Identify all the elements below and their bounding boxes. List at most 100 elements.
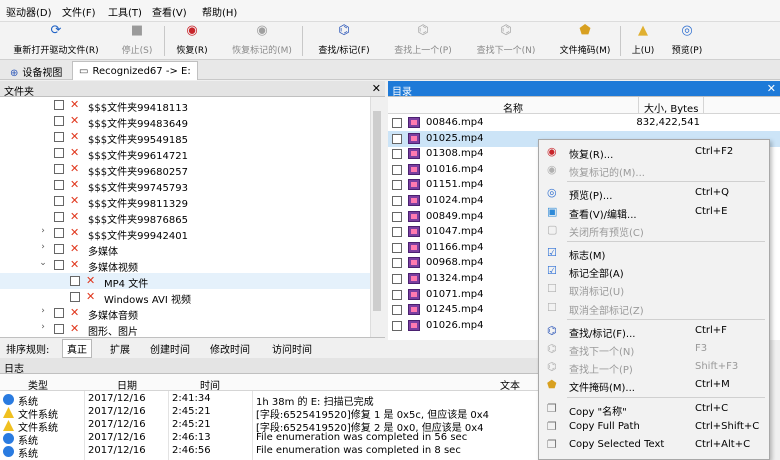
file-row-checkbox[interactable] (392, 289, 402, 300)
tree-item[interactable]: › ✕ 多媒体 (0, 241, 370, 258)
tab-device-view[interactable]: ⊕ 设备视图 (4, 61, 68, 80)
expand-arrow-icon[interactable]: › (38, 306, 48, 316)
tree-item[interactable]: ✕ $$$文件夹99876865 (0, 209, 370, 226)
tree-item-checkbox[interactable] (54, 212, 64, 222)
context-menu-item[interactable]: ▣ 查看(V)/编辑... Ctrl+E (539, 203, 769, 221)
tree-item[interactable]: ✕ $$$文件夹99680257 (0, 161, 370, 178)
menu-item[interactable]: 查看(V) (152, 4, 187, 19)
tree-item[interactable]: ✕ $$$文件夹99614721 (0, 145, 370, 162)
menu-item[interactable]: 帮助(H) (202, 4, 237, 19)
expand-arrow-icon[interactable]: › (38, 322, 48, 332)
tree-item-checkbox[interactable] (54, 308, 64, 318)
column-time[interactable]: 时间 (200, 377, 220, 392)
context-menu-item[interactable]: ❐ Copy "名称" Ctrl+C (539, 400, 769, 418)
context-menu-item[interactable]: ⌬ 查找上一个(P) Shift+F3 (539, 358, 769, 377)
column-size[interactable]: 大小, Bytes (644, 100, 698, 115)
sort-option[interactable]: 扩展 (110, 341, 130, 356)
file-row-checkbox[interactable] (392, 164, 402, 175)
tree-item-checkbox[interactable] (54, 244, 64, 254)
tree-item-checkbox[interactable] (54, 260, 64, 270)
column-date[interactable]: 日期 (117, 377, 137, 392)
file-row-checkbox[interactable] (392, 196, 402, 206)
context-menu-item[interactable]: ☐ 取消标记(U) (539, 280, 769, 299)
context-menu-item[interactable]: ◎ 预览(P)... Ctrl+Q (539, 184, 769, 203)
context-menu-item[interactable]: ☐ 取消全部标记(Z) (539, 299, 769, 317)
file-row-checkbox[interactable] (392, 133, 402, 144)
toolbar-button[interactable]: ■ 停止(S) (112, 24, 162, 58)
context-menu-item[interactable]: ❐ Copy Selected Text Ctrl+Alt+C (539, 436, 769, 454)
context-menu-item[interactable]: ☑ 标记全部(A) (539, 262, 769, 281)
column-type[interactable]: 类型 (28, 377, 48, 392)
log-row[interactable]: 文件系统 2017/12/16 2:45:21 [字段:6525419520]修复 2… (0, 419, 538, 434)
close-icon[interactable]: ✕ (767, 82, 776, 95)
file-row-checkbox[interactable] (392, 274, 402, 284)
tree-item-checkbox[interactable] (54, 196, 64, 206)
file-row-checkbox[interactable] (392, 211, 402, 222)
file-row-checkbox[interactable] (392, 258, 402, 269)
context-menu-item[interactable]: ⬟ 文件掩码(M)... Ctrl+M (539, 376, 769, 395)
sort-option[interactable]: 真正 (62, 339, 92, 358)
toolbar-button[interactable]: ◉ 恢复(R) (168, 24, 216, 58)
tree-item[interactable]: ✕ Windows AVI 视频 (0, 289, 370, 306)
file-row[interactable]: 00846.mp4 832,422,541 (388, 115, 780, 131)
tree-item-checkbox[interactable] (54, 180, 64, 190)
tree-item[interactable]: ✕ $$$文件夹99418113 (0, 97, 370, 114)
menu-item[interactable]: 驱动器(D) (6, 4, 52, 19)
toolbar-button[interactable]: ⌬ 查找上一个(P) (384, 24, 462, 58)
file-row-checkbox[interactable] (392, 242, 402, 253)
close-icon[interactable]: ✕ (372, 82, 381, 95)
tree-item[interactable]: › ✕ 图形、图片 (0, 321, 370, 337)
context-menu-item[interactable]: ◉ 恢复(R)... Ctrl+F2 (539, 143, 769, 162)
sort-option[interactable]: 创建时间 (150, 341, 190, 356)
log-row[interactable]: 系统 2017/12/16 2:46:13 File enumeration was … (0, 432, 538, 447)
tree-item-checkbox[interactable] (70, 276, 80, 286)
tree-item[interactable]: ⌄ ✕ 多媒体视频 (0, 257, 370, 274)
context-menu-item[interactable]: ☑ 标志(M) (539, 244, 769, 263)
context-menu-item[interactable]: ▢ 关闭所有预览(C) (539, 221, 769, 239)
tree-item[interactable]: › ✕ 多媒体音频 (0, 305, 370, 322)
menu-item[interactable]: 工具(T) (108, 4, 142, 19)
expand-arrow-icon[interactable]: › (38, 226, 48, 236)
tree-item-checkbox[interactable] (54, 116, 64, 126)
log-row[interactable]: 文件系统 2017/12/16 2:45:21 [字段:6525419520]修复 1… (0, 406, 538, 421)
file-row-checkbox[interactable] (392, 118, 402, 128)
tree-scrollbar[interactable] (370, 97, 382, 337)
sort-option[interactable]: 访问时间 (272, 341, 312, 356)
file-row-checkbox[interactable] (392, 305, 402, 316)
tree-item-checkbox[interactable] (70, 292, 80, 302)
toolbar-button[interactable]: ⌬ 查找下一个(N) (466, 24, 546, 58)
toolbar-button[interactable]: ⌬ 查找/标记(F) (308, 24, 380, 58)
log-row[interactable]: 系统 2017/12/16 2:41:34 1h 38m 的 E: 扫描已完成 (0, 393, 538, 408)
file-row-checkbox[interactable] (392, 227, 402, 238)
tree-item-checkbox[interactable] (54, 132, 64, 142)
tab-recognized-drive[interactable]: ▭ Recognized67 -> E: (72, 61, 198, 80)
expand-arrow-icon[interactable]: › (38, 242, 48, 252)
toolbar-button[interactable]: ◎ 预览(P) (666, 24, 708, 58)
context-menu-item[interactable]: ❐ Copy Full Path Ctrl+Shift+C (539, 418, 769, 436)
context-menu-item[interactable]: ⌬ 查找下一个(N) F3 (539, 340, 769, 359)
context-menu-item[interactable]: ⌬ 查找/标记(F)... Ctrl+F (539, 322, 769, 340)
file-row-checkbox[interactable] (392, 180, 402, 191)
tree-item[interactable]: ✕ MP4 文件 (0, 273, 370, 290)
tree-item-checkbox[interactable] (54, 148, 64, 158)
file-row-checkbox[interactable] (392, 320, 402, 331)
column-text[interactable]: 文本 (500, 377, 520, 392)
column-name[interactable]: 名称 (503, 100, 523, 115)
tree-item[interactable]: ✕ $$$文件夹99811329 (0, 193, 370, 210)
scrollbar-thumb[interactable] (373, 111, 381, 311)
toolbar-button[interactable]: ⬟ 文件掩码(M) (550, 24, 620, 58)
tree-item-checkbox[interactable] (54, 324, 64, 334)
toolbar-button[interactable]: ◉ 恢复标记的(M) (220, 24, 304, 58)
tree-item-checkbox[interactable] (54, 228, 64, 238)
menu-item[interactable]: 文件(F) (62, 4, 96, 19)
log-row[interactable]: 系统 2017/12/16 2:46:56 File enumeration was … (0, 445, 538, 460)
tree-item-checkbox[interactable] (54, 164, 64, 174)
sort-option[interactable]: 修改时间 (210, 341, 250, 356)
collapse-arrow-icon[interactable]: ⌄ (38, 258, 48, 268)
context-menu-item[interactable]: ◉ 恢复标记的(M)... (539, 161, 769, 180)
toolbar-button[interactable]: ⟳ 重新打开驱动文件(R) (4, 24, 108, 58)
toolbar-button[interactable]: ▲ 上(U) (626, 24, 660, 58)
tree-item[interactable]: ✕ $$$文件夹99745793 (0, 177, 370, 194)
tree-item[interactable]: ✕ $$$文件夹99549185 (0, 129, 370, 146)
file-row-checkbox[interactable] (392, 149, 402, 160)
